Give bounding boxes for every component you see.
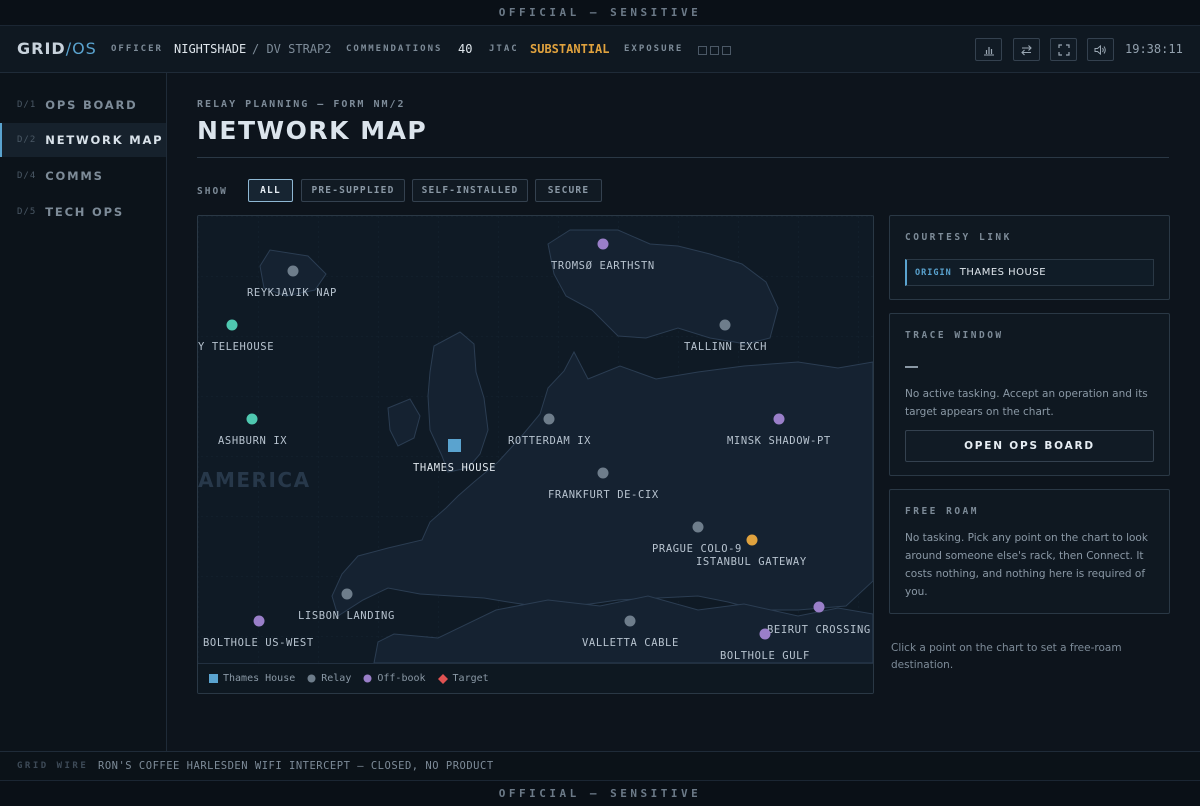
nav-label: OPS BOARD xyxy=(45,98,138,112)
legend-item-off-book: Off-book xyxy=(363,673,426,684)
officer-name: NIGHTSHADE xyxy=(174,42,247,56)
node-label: BOLTHOLE GULF xyxy=(720,650,810,662)
sidebar-item-tech-ops[interactable]: D/5 TECH OPS xyxy=(0,195,166,229)
node-label: ISTANBUL GATEWAY xyxy=(696,556,807,568)
free-roam-panel: FREE ROAM No tasking. Pick any point on … xyxy=(889,489,1170,614)
jtac-label: JTAC xyxy=(489,44,519,54)
courtesy-link-panel: COURTESY LINK ORIGIN THAMES HOUSE xyxy=(889,215,1170,300)
nav-label: COMMS xyxy=(45,169,104,183)
map-hint: Click a point on the chart to set a free… xyxy=(891,642,1122,671)
exposure-meter xyxy=(698,46,731,55)
exposure-pip xyxy=(698,46,707,55)
node-label: TALLINN EXCH xyxy=(684,341,767,353)
sidebar: D/1 OPS BOARD D/2 NETWORK MAP D/4 COMMS … xyxy=(0,73,167,751)
node-label: BOLTHOLE US-WEST xyxy=(203,637,314,649)
page-title: NETWORK MAP xyxy=(197,116,428,145)
classification-banner-top: OFFICIAL — SENSITIVE xyxy=(0,0,1200,26)
map-legend: Thames House Relay Off-book Target xyxy=(198,663,873,693)
ticker-label: GRID WIRE xyxy=(17,761,89,771)
nav-number: D/4 xyxy=(17,171,37,181)
fullscreen-button[interactable] xyxy=(1050,38,1077,61)
legend-item-target: Target xyxy=(437,673,489,684)
origin-tag: ORIGIN xyxy=(915,267,952,278)
bar-chart-icon xyxy=(983,46,994,55)
diamond-icon xyxy=(437,673,448,684)
ticker-text: RON'S COFFEE HARLESDEN WIFI INTERCEPT — … xyxy=(98,760,494,772)
filter-label: SHOW xyxy=(197,186,228,197)
fullscreen-icon xyxy=(1057,43,1070,56)
trace-body: No active tasking. Accept an operation a… xyxy=(905,388,1148,418)
node-label: VALLETTA CABLE xyxy=(582,637,679,649)
node-label: PRAGUE COLO-9 xyxy=(652,543,742,555)
title-divider xyxy=(197,157,1169,158)
origin-field: ORIGIN THAMES HOUSE xyxy=(905,259,1154,286)
node-label: TROMSØ EARTHSTN xyxy=(551,260,655,272)
node-label: LISBON LANDING xyxy=(298,610,395,622)
map-canvas[interactable]: AMERICA REYKJAVIK NAP TROMSØ EARTHSTN Y … xyxy=(198,216,873,663)
legend-item-relay: Relay xyxy=(307,673,351,684)
map-region-label: AMERICA xyxy=(198,468,311,492)
origin-value: THAMES HOUSE xyxy=(959,267,1047,278)
page-kicker: RELAY PLANNING — FORM NM/2 xyxy=(197,99,406,110)
exposure-pip xyxy=(722,46,731,55)
sound-button[interactable] xyxy=(1087,38,1114,61)
filter-self-installed-button[interactable]: SELF-INSTALLED xyxy=(412,179,528,202)
filter-pre-supplied-button[interactable]: PRE-SUPPLIED xyxy=(301,179,405,202)
nav-number: D/2 xyxy=(17,135,37,145)
sidebar-item-network-map[interactable]: D/2 NETWORK MAP xyxy=(0,123,166,157)
sidebar-item-ops-board[interactable]: D/1 OPS BOARD xyxy=(0,88,166,122)
nav-label: TECH OPS xyxy=(45,205,124,219)
trace-window-panel: TRACE WINDOW No active tasking. Accept a… xyxy=(889,313,1170,476)
filter-secure-button[interactable]: SECURE xyxy=(535,179,602,202)
legend-item-thames-house: Thames House xyxy=(209,673,295,684)
node-label: FRANKFURT DE-CIX xyxy=(548,489,659,501)
commendations-value: 40 xyxy=(458,42,473,56)
open-ops-board-button[interactable]: OPEN OPS BOARD xyxy=(905,430,1154,462)
jtac-value: SUBSTANTIAL xyxy=(530,42,610,56)
nav-label: NETWORK MAP xyxy=(45,133,164,147)
app-logo: GRID/OS xyxy=(17,39,97,58)
square-icon xyxy=(209,674,218,683)
node-label: Y TELEHOUSE xyxy=(198,341,274,353)
classification-banner-bottom: OFFICIAL — SENSITIVE xyxy=(0,780,1200,806)
filter-all-button[interactable]: ALL xyxy=(248,179,293,202)
network-map[interactable]: AMERICA REYKJAVIK NAP TROMSØ EARTHSTN Y … xyxy=(197,215,874,694)
top-bar: GRID/OS OFFICER NIGHTSHADE / DV STRAP2 C… xyxy=(0,26,1200,73)
sidebar-item-comms[interactable]: D/4 COMMS xyxy=(0,159,166,193)
officer-label: OFFICER xyxy=(111,44,163,54)
panel-title: COURTESY LINK xyxy=(905,232,1012,243)
swap-button[interactable] xyxy=(1013,38,1040,61)
exposure-pip xyxy=(710,46,719,55)
stats-button[interactable] xyxy=(975,38,1002,61)
exposure-label: EXPOSURE xyxy=(624,44,684,54)
node-label: THAMES HOUSE xyxy=(413,462,496,474)
node-label: ASHBURN IX xyxy=(218,435,287,447)
node-label: ROTTERDAM IX xyxy=(508,435,591,447)
officer-clearance: / DV STRAP2 xyxy=(252,42,332,56)
node-label: MINSK SHADOW-PT xyxy=(727,435,831,447)
panel-title: FREE ROAM xyxy=(905,506,979,517)
clock: 19:38:11 xyxy=(1125,42,1183,56)
nav-number: D/5 xyxy=(17,207,37,217)
empty-dash xyxy=(905,366,918,368)
grid-wire-ticker: GRID WIRE RON'S COFFEE HARLESDEN WIFI IN… xyxy=(0,751,1200,780)
node-label: REYKJAVIK NAP xyxy=(247,287,337,299)
volume-icon xyxy=(1094,44,1106,55)
free-roam-body: No tasking. Pick any point on the chart … xyxy=(905,532,1148,598)
swap-icon xyxy=(1021,44,1032,55)
circle-icon xyxy=(363,674,372,683)
commendations-label: COMMENDATIONS xyxy=(346,44,443,54)
nav-number: D/1 xyxy=(17,100,37,110)
circle-icon xyxy=(307,674,316,683)
node-label: BEIRUT CROSSING xyxy=(767,624,871,636)
panel-title: TRACE WINDOW xyxy=(905,330,1004,341)
